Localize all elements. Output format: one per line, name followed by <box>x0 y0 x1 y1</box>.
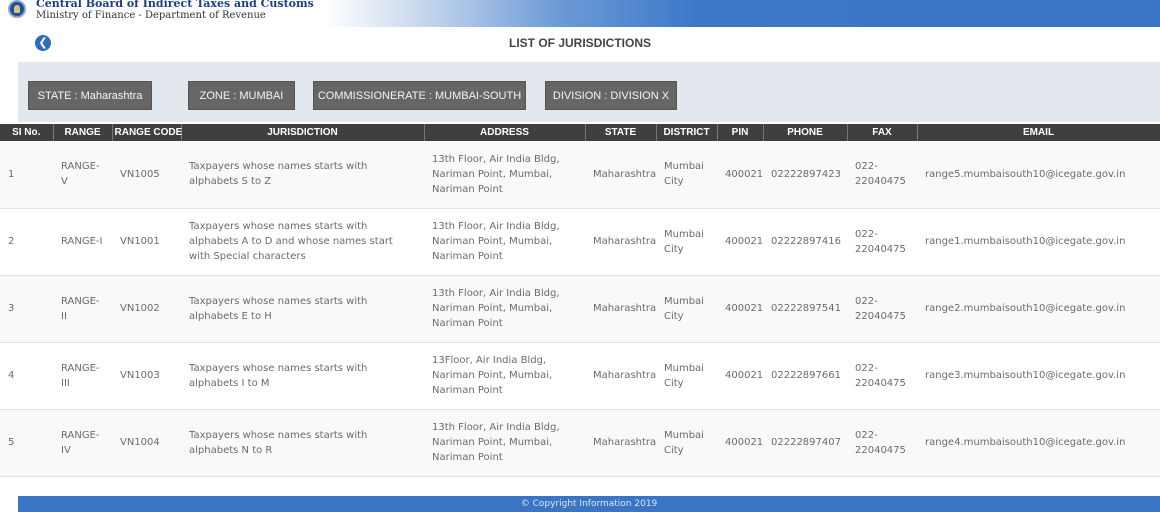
cell-sl: 3 <box>0 275 53 343</box>
cell-address: 13th Floor, Air India Bldg, Nariman Poin… <box>424 141 585 209</box>
cell-district: Mumbai City <box>656 275 717 343</box>
cell-jurisdiction: Taxpayers whose names starts with alphab… <box>181 275 424 343</box>
cell-phone: 02222897661 <box>763 342 847 410</box>
cell-email: range3.mumbaisouth10@icegate.gov.in <box>917 342 1160 410</box>
cell-jurisdiction: Taxpayers whose names starts with alphab… <box>181 141 424 209</box>
cell-sl: 1 <box>0 141 53 209</box>
cell-district: Mumbai City <box>656 409 717 477</box>
col-header-pin: PIN <box>717 124 764 141</box>
col-header-district: DISTRICT <box>656 124 718 141</box>
cell-address: 13th Floor, Air India Bldg, Nariman Poin… <box>424 208 585 276</box>
cell-pin: 400021 <box>717 275 763 343</box>
cell-address: 13th Floor, Air India Bldg, Nariman Poin… <box>424 275 585 343</box>
col-header-sl: SI No. <box>0 124 54 141</box>
jurisdictions-table: SI No. RANGE RANGE CODE JURISDICTION ADD… <box>0 124 1160 477</box>
col-header-range-code: RANGE CODE <box>112 124 182 141</box>
col-header-phone: PHONE <box>763 124 848 141</box>
cell-range-code: VN1003 <box>112 342 181 410</box>
table-header-row: SI No. RANGE RANGE CODE JURISDICTION ADD… <box>0 124 1160 141</box>
cell-pin: 400021 <box>717 409 763 477</box>
cell-district: Mumbai City <box>656 141 717 209</box>
table-row: 3 RANGE-II VN1002 Taxpayers whose names … <box>0 275 1160 343</box>
cell-range: RANGE-II <box>53 275 112 343</box>
cell-pin: 400021 <box>717 208 763 276</box>
col-header-jurisdiction: JURISDICTION <box>181 124 425 141</box>
cell-email: range5.mumbaisouth10@icegate.gov.in <box>917 141 1160 209</box>
table-row: 5 RANGE-IV VN1004 Taxpayers whose names … <box>0 409 1160 477</box>
cell-address: 13th Floor, Air India Bldg, Nariman Poin… <box>424 409 585 477</box>
emblem-logo <box>8 0 26 18</box>
cell-phone: 02222897423 <box>763 141 847 209</box>
state-filter-chip[interactable]: STATE : Maharashtra <box>28 81 152 110</box>
cell-phone: 02222897541 <box>763 275 847 343</box>
cell-range-code: VN1002 <box>112 275 181 343</box>
cell-email: range1.mumbaisouth10@icegate.gov.in <box>917 208 1160 276</box>
cell-range-code: VN1005 <box>112 141 181 209</box>
cell-jurisdiction: Taxpayers whose names starts with alphab… <box>181 342 424 410</box>
cell-sl: 2 <box>0 208 53 276</box>
cell-range: RANGE-I <box>53 208 112 276</box>
footer: © Copyright Information 2019 <box>18 496 1160 512</box>
col-header-address: ADDRESS <box>424 124 586 141</box>
cell-pin: 400021 <box>717 342 763 410</box>
cell-range: RANGE-III <box>53 342 112 410</box>
cell-phone: 02222897416 <box>763 208 847 276</box>
cell-email: range2.mumbaisouth10@icegate.gov.in <box>917 275 1160 343</box>
cell-range-code: VN1004 <box>112 409 181 477</box>
cell-range: RANGE-IV <box>53 409 112 477</box>
cell-state: Maharashtra <box>585 409 656 477</box>
cell-sl: 4 <box>0 342 53 410</box>
col-header-state: STATE <box>585 124 657 141</box>
cell-state: Maharashtra <box>585 342 656 410</box>
commissionerate-filter-chip[interactable]: COMMISSIONERATE : MUMBAI-SOUTH <box>313 81 526 110</box>
table-row: 4 RANGE-III VN1003 Taxpayers whose names… <box>0 342 1160 410</box>
page-title: LIST OF JURISDICTIONS <box>508 36 651 50</box>
cell-fax: 022-22040475 <box>847 141 917 209</box>
col-header-fax: FAX <box>847 124 918 141</box>
cell-range: RANGE-V <box>53 141 112 209</box>
cell-state: Maharashtra <box>585 141 656 209</box>
zone-filter-chip[interactable]: ZONE : MUMBAI <box>188 81 295 110</box>
cell-state: Maharashtra <box>585 208 656 276</box>
cell-district: Mumbai City <box>656 208 717 276</box>
cell-fax: 022-22040475 <box>847 275 917 343</box>
cell-range-code: VN1001 <box>112 208 181 276</box>
cell-phone: 02222897407 <box>763 409 847 477</box>
table-row: 1 RANGE-V VN1005 Taxpayers whose names s… <box>0 141 1160 209</box>
site-header: Central Board of Indirect Taxes and Cust… <box>0 0 1160 27</box>
cell-fax: 022-22040475 <box>847 208 917 276</box>
col-header-email: EMAIL <box>917 124 1160 141</box>
cell-email: range4.mumbaisouth10@icegate.gov.in <box>917 409 1160 477</box>
cell-fax: 022-22040475 <box>847 409 917 477</box>
cell-jurisdiction: Taxpayers whose names starts with alphab… <box>181 208 424 276</box>
org-name: Central Board of Indirect Taxes and Cust… <box>36 0 314 10</box>
cell-fax: 022-22040475 <box>847 342 917 410</box>
cell-jurisdiction: Taxpayers whose names starts with alphab… <box>181 409 424 477</box>
org-subtitle: Ministry of Finance - Department of Reve… <box>36 10 266 21</box>
cell-district: Mumbai City <box>656 342 717 410</box>
col-header-range: RANGE <box>53 124 113 141</box>
table-row: 2 RANGE-I VN1001 Taxpayers whose names s… <box>0 208 1160 276</box>
cell-state: Maharashtra <box>585 275 656 343</box>
cell-address: 13Floor, Air India Bldg, Nariman Point, … <box>424 342 585 410</box>
division-filter-chip[interactable]: DIVISION : DIVISION X <box>545 81 677 110</box>
cell-pin: 400021 <box>717 141 763 209</box>
cell-sl: 5 <box>0 409 53 477</box>
